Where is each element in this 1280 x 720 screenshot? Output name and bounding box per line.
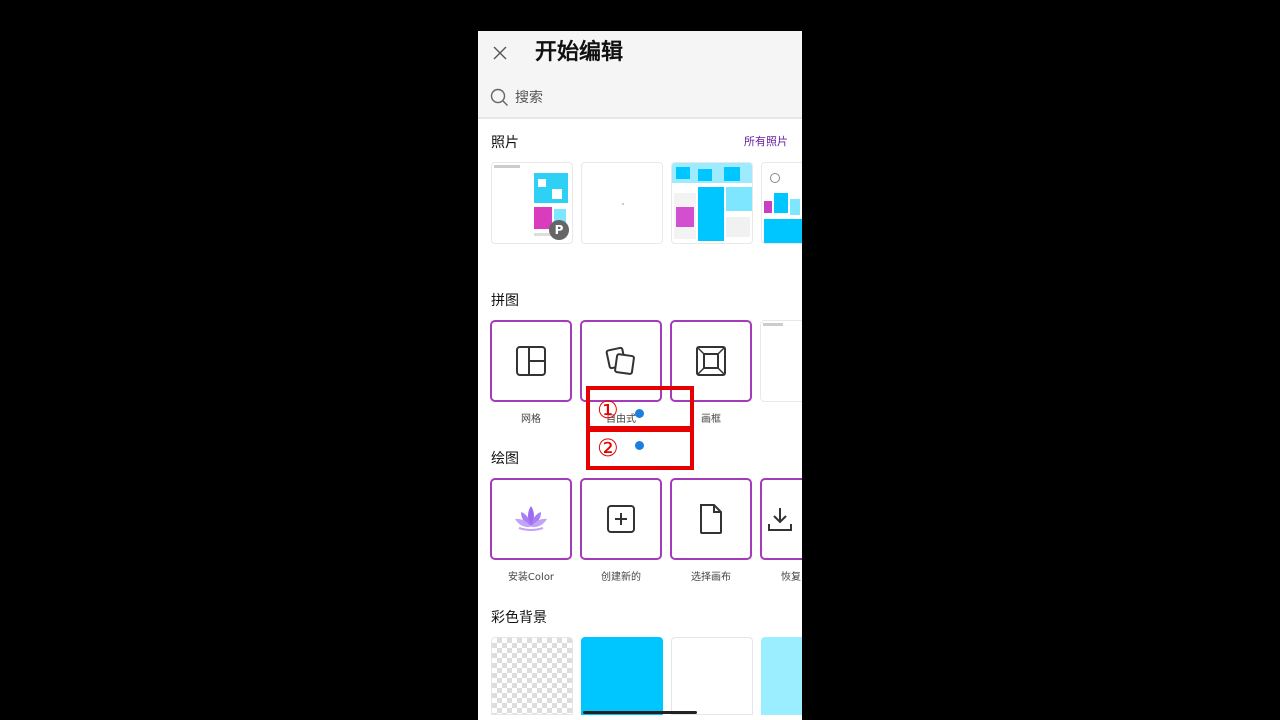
install-color-tile[interactable] xyxy=(490,478,572,560)
picsart-badge: P xyxy=(549,220,569,240)
phone-screen: 开始编辑 搜索 照片 所有照片 P 拼图 网格 自由式 画框 ① ② 绘图 安装… xyxy=(478,31,802,720)
white-background-swatch[interactable] xyxy=(671,637,753,715)
transparent-background-swatch[interactable] xyxy=(491,637,573,715)
annotation-number-first: ① xyxy=(597,396,619,424)
add-square-icon xyxy=(607,505,635,533)
home-indicator[interactable] xyxy=(583,711,697,714)
photo-thumbnail[interactable] xyxy=(761,162,802,244)
frame-icon xyxy=(696,346,726,376)
photo-thumbnail[interactable] xyxy=(581,162,663,244)
grid-tile[interactable] xyxy=(490,320,572,402)
create-new-tile[interactable] xyxy=(580,478,662,560)
restore-label: 恢复 xyxy=(781,572,801,583)
touch-dot-first xyxy=(635,409,644,418)
photos-section-title: 照片 xyxy=(491,135,519,151)
install-color-label: 安装Color xyxy=(507,572,555,583)
drawing-section-title: 绘图 xyxy=(491,451,519,467)
grid-layout-icon xyxy=(516,346,546,376)
grid-label: 网格 xyxy=(521,414,541,425)
collage-section-title: 拼图 xyxy=(491,293,519,309)
search-bar[interactable]: 搜索 xyxy=(490,87,543,107)
choose-canvas-label: 选择画布 xyxy=(691,572,731,583)
close-icon[interactable] xyxy=(492,45,508,61)
photo-thumbnail[interactable]: P xyxy=(491,162,573,244)
touch-dot-second xyxy=(635,441,644,450)
restore-tile[interactable] xyxy=(760,478,802,560)
search-icon xyxy=(490,88,508,106)
page-title: 开始编辑 xyxy=(535,40,624,65)
backgrounds-section-title: 彩色背景 xyxy=(491,610,547,626)
all-photos-link[interactable]: 所有照片 xyxy=(744,133,788,149)
photo-thumbnail[interactable] xyxy=(671,162,753,244)
collage-template-tile[interactable] xyxy=(760,320,802,402)
header: 开始编辑 搜索 xyxy=(478,31,802,118)
cyan-background-swatch[interactable] xyxy=(581,637,663,715)
light-cyan-background-swatch[interactable] xyxy=(761,637,802,715)
choose-canvas-tile[interactable] xyxy=(670,478,752,560)
freestyle-icon xyxy=(605,346,635,375)
annotation-number-second: ② xyxy=(597,434,619,462)
search-placeholder: 搜索 xyxy=(515,90,543,106)
download-icon xyxy=(768,508,792,531)
create-new-label: 创建新的 xyxy=(601,572,641,583)
lotus-icon xyxy=(515,506,547,531)
blank-page-icon xyxy=(700,504,722,534)
header-divider xyxy=(478,117,802,119)
